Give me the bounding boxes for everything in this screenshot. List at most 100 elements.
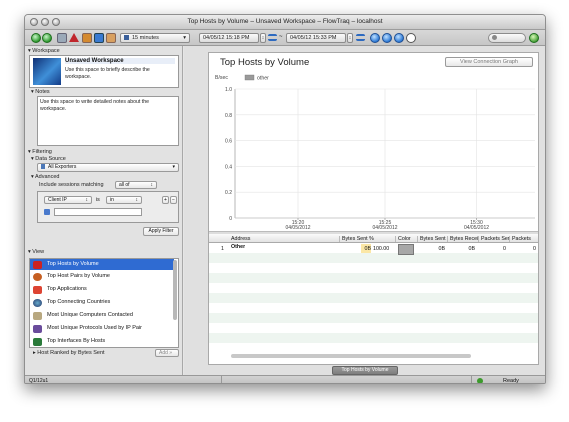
table-stripe (209, 263, 538, 273)
table-body (209, 243, 538, 353)
filter-field-value: Client IP (48, 197, 67, 203)
table-scrollbar[interactable] (231, 354, 471, 358)
title-bar: Top Hosts by Volume – Unsaved Workspace … (25, 15, 545, 30)
view-item[interactable]: Top Applications (30, 284, 174, 295)
ready-indicator-icon (477, 378, 483, 383)
sync-icon[interactable] (529, 33, 539, 43)
chevron-down-icon: ↕ (150, 182, 154, 188)
volume-chart: 1.00.80.60.40.20B/sec other15:2004/05/201… (215, 74, 535, 231)
table-stripe (209, 323, 538, 333)
status-page: Q1/12u1 (29, 378, 49, 384)
view-panel: Top Hosts by Volume View Connection Grap… (208, 52, 539, 365)
table-stripe (209, 273, 538, 283)
data-source-section-header[interactable]: ▾ Data Source (31, 156, 66, 162)
view-item[interactable]: Top Connecting Countries (30, 297, 174, 308)
add-rule-button[interactable]: + (162, 196, 169, 204)
col-bytes-sent-header[interactable]: Bytes Sent (417, 236, 447, 242)
tab-top-hosts-by-volume[interactable]: Top Hosts by Volume (332, 366, 398, 375)
workspace-section-header[interactable]: ▾ Workspace (28, 48, 60, 54)
y-tick-label: 0.4 (225, 164, 232, 170)
end-time-stepper[interactable]: ↕ (347, 33, 353, 43)
save-icon[interactable] (57, 33, 67, 43)
workspace-description[interactable]: Use this space to briefly describe the w… (65, 67, 173, 80)
data-source-label: Data Source (35, 156, 66, 162)
end-time-field[interactable]: 04/05/12 15:33 PM (286, 33, 346, 43)
refresh-icon[interactable] (382, 33, 392, 43)
col-bytes-sent-pct-header[interactable]: Bytes Sent % (339, 236, 395, 242)
remove-rule-button[interactable]: − (170, 196, 177, 204)
filter-operator-select[interactable]: in ↕ (106, 196, 142, 204)
view-section-header[interactable]: ▾ View (28, 249, 44, 255)
filtering-section-label: Filtering (32, 149, 52, 155)
alert-icon[interactable] (69, 33, 79, 42)
forward-icon[interactable] (42, 33, 52, 43)
y-tick-label: 0.6 (225, 139, 232, 145)
view-item[interactable]: Most Unique Computers Contacted (30, 310, 174, 321)
view-item-label: Top Interfaces By Hosts (47, 338, 106, 344)
start-calendar-icon[interactable] (268, 34, 277, 41)
view-item[interactable]: Top Host Pairs by Volume (30, 271, 174, 282)
chevron-down-icon: ↕ (85, 197, 89, 203)
include-match-select[interactable]: all of ↕ (115, 181, 157, 189)
col-bytes-received-header[interactable]: Bytes Received (447, 236, 478, 242)
computers-icon (33, 312, 42, 320)
filter-value-input[interactable] (54, 208, 142, 216)
view-item[interactable]: Top Interfaces By Hosts (30, 336, 174, 347)
status-divider (471, 376, 472, 383)
y-tick-label: 1.0 (225, 87, 232, 93)
start-time-field[interactable]: 04/05/12 15:18 PM (199, 33, 259, 43)
y-tick-label: 0.8 (225, 113, 232, 119)
export-icon[interactable] (94, 33, 104, 43)
table-stripe (209, 313, 538, 323)
filter-field-select[interactable]: Client IP ↕ (44, 196, 92, 204)
ranked-by-header[interactable]: ▸ Host Ranked by Bytes Sent (33, 350, 105, 356)
exporter-icon (41, 164, 45, 170)
view-item-label: Top Host Pairs by Volume (47, 273, 110, 279)
report-icon[interactable] (82, 33, 92, 43)
fast-forward-icon[interactable] (394, 33, 404, 43)
filter-is-label: is (96, 197, 100, 203)
time-window-select[interactable]: 15 minutes ▾ (120, 33, 190, 43)
ranked-by-label: Host Ranked by Bytes Sent (37, 350, 105, 356)
row-bytes-pct-value: 0B (364, 246, 371, 252)
row-color-swatch[interactable] (398, 244, 414, 255)
advanced-section-header[interactable]: ▾ Advanced (31, 174, 59, 180)
globe-icon (33, 299, 42, 307)
end-calendar-icon[interactable] (356, 34, 365, 41)
applications-icon (33, 286, 42, 294)
view-item-label: Top Connecting Countries (47, 299, 111, 305)
table-row[interactable]: 1 Other 0B 100.00 0B 0B 0 0 (209, 244, 538, 255)
col-address-header[interactable]: Address (231, 236, 336, 242)
range-separator: ~ (279, 34, 283, 40)
workspace-name[interactable]: Unsaved Workspace (65, 58, 175, 64)
rewind-icon[interactable] (370, 33, 380, 43)
view-item[interactable]: Most Unique Protocols Used by IP Pair (30, 323, 174, 334)
notes-textarea[interactable]: Use this space to write detailed notes a… (37, 96, 179, 146)
notes-icon[interactable] (106, 33, 116, 43)
table-stripe (209, 343, 538, 353)
view-item[interactable]: Top Hosts by Volume (30, 259, 174, 270)
data-source-select[interactable]: All Exporters ▾ (37, 163, 179, 172)
filter-operator-value: in (110, 197, 114, 203)
view-item-label: Most Unique Computers Contacted (47, 312, 133, 318)
add-view-button[interactable]: Add » (155, 349, 179, 357)
col-color-header[interactable]: Color (395, 236, 417, 242)
view-list-scrollbar[interactable] (173, 260, 177, 320)
notes-section-header[interactable]: ▾ Notes (31, 89, 50, 95)
view-connection-graph-button[interactable]: View Connection Graph (445, 57, 533, 67)
apply-filter-button[interactable]: Apply Filter (143, 227, 179, 236)
col-packets-sent-header[interactable]: Packets Sent (478, 236, 509, 242)
back-icon[interactable] (31, 33, 41, 43)
live-toggle[interactable] (488, 33, 526, 43)
col-packets-header[interactable]: Packets (509, 236, 538, 242)
row-index: 1 (221, 246, 224, 252)
chevron-down-icon: ▾ (172, 164, 175, 170)
zoom-icon[interactable] (406, 33, 416, 43)
row-address: Other (231, 244, 246, 250)
table-stripe (209, 303, 538, 313)
filtering-section-header[interactable]: ▾ Filtering (28, 149, 52, 155)
filter-rule-box: Client IP ↕ is in ↕ + − (37, 191, 179, 223)
start-time-stepper[interactable]: ↕ (260, 33, 266, 43)
workspace-thumbnail (33, 58, 61, 85)
include-match-value: all of (119, 182, 130, 188)
